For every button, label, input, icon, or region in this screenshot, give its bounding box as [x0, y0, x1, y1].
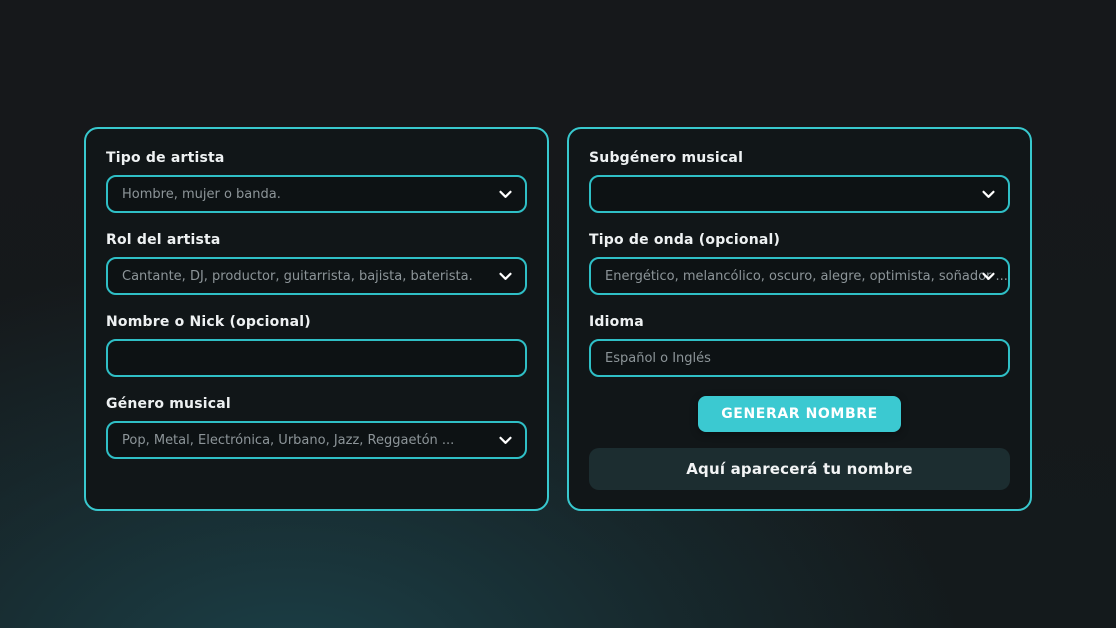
- tipo-de-artista-select[interactable]: Hombre, mujer o banda.: [106, 175, 527, 213]
- idioma-label: Idioma: [589, 314, 1010, 330]
- idioma-input[interactable]: [589, 339, 1010, 377]
- genero-musical-label: Género musical: [106, 396, 527, 412]
- rol-del-artista-placeholder: Cantante, DJ, productor, guitarrista, ba…: [108, 269, 525, 284]
- field-subgenero-musical: Subgénero musical: [589, 150, 1010, 213]
- chevron-down-icon: [980, 268, 997, 285]
- form-panels: Tipo de artista Hombre, mujer o banda. R…: [84, 127, 1032, 511]
- field-tipo-de-artista: Tipo de artista Hombre, mujer o banda.: [106, 150, 527, 213]
- chevron-down-icon: [497, 432, 514, 449]
- chevron-down-icon: [497, 268, 514, 285]
- genero-musical-placeholder: Pop, Metal, Electrónica, Urbano, Jazz, R…: [108, 433, 525, 448]
- field-nombre-o-nick: Nombre o Nick (opcional): [106, 314, 527, 377]
- tipo-de-artista-placeholder: Hombre, mujer o banda.: [108, 187, 525, 202]
- field-genero-musical: Género musical Pop, Metal, Electrónica, …: [106, 396, 527, 459]
- field-tipo-de-onda: Tipo de onda (opcional) Energético, mela…: [589, 232, 1010, 295]
- rol-del-artista-select[interactable]: Cantante, DJ, productor, guitarrista, ba…: [106, 257, 527, 295]
- tipo-de-onda-label: Tipo de onda (opcional): [589, 232, 1010, 248]
- tipo-de-onda-select[interactable]: Energético, melancólico, oscuro, alegre,…: [589, 257, 1010, 295]
- tipo-de-onda-placeholder: Energético, melancólico, oscuro, alegre,…: [591, 269, 1008, 284]
- nombre-o-nick-label: Nombre o Nick (opcional): [106, 314, 527, 330]
- generate-name-button[interactable]: GENERAR NOMBRE: [698, 396, 901, 432]
- artist-form-left-panel: Tipo de artista Hombre, mujer o banda. R…: [84, 127, 549, 511]
- generated-name-text: Aquí aparecerá tu nombre: [686, 460, 913, 478]
- subgenero-musical-select[interactable]: [589, 175, 1010, 213]
- chevron-down-icon: [980, 186, 997, 203]
- nombre-o-nick-input[interactable]: [106, 339, 527, 377]
- chevron-down-icon: [497, 186, 514, 203]
- generated-name-result: Aquí aparecerá tu nombre: [589, 448, 1010, 490]
- field-idioma: Idioma: [589, 314, 1010, 377]
- field-rol-del-artista: Rol del artista Cantante, DJ, productor,…: [106, 232, 527, 295]
- genero-musical-select[interactable]: Pop, Metal, Electrónica, Urbano, Jazz, R…: [106, 421, 527, 459]
- artist-form-right-panel: Subgénero musical Tipo de onda (opcional…: [567, 127, 1032, 511]
- rol-del-artista-label: Rol del artista: [106, 232, 527, 248]
- subgenero-musical-label: Subgénero musical: [589, 150, 1010, 166]
- tipo-de-artista-label: Tipo de artista: [106, 150, 527, 166]
